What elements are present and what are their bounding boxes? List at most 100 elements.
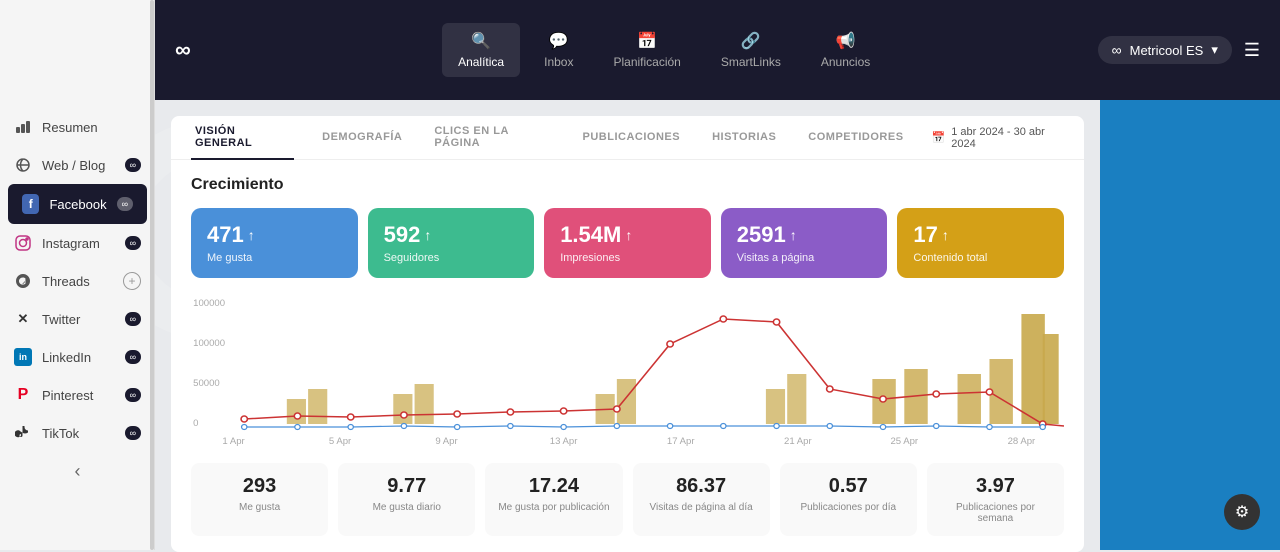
subnav-clics[interactable]: CLICS EN LA PÁGINA bbox=[430, 116, 554, 160]
date-range-text: 1 abr 2024 - 30 abr 2024 bbox=[951, 126, 1064, 150]
sidebar-item-web-blog[interactable]: Web / Blog ∞ bbox=[0, 146, 155, 184]
me-gusta-arrow: ↑ bbox=[248, 227, 255, 243]
metric-card-visitas: 2591 ↑ Visitas a página bbox=[721, 208, 888, 278]
stat-visitas-dia-value: 86.37 bbox=[645, 475, 758, 498]
stat-publicaciones-dia-label: Publicaciones por día bbox=[792, 502, 905, 513]
stat-card-me-gusta-diario: 9.77 Me gusta diario bbox=[338, 463, 475, 536]
planning-icon: 📅 bbox=[637, 31, 657, 51]
threads-icon bbox=[14, 272, 32, 290]
impresiones-label: Impresiones bbox=[560, 252, 695, 264]
growth-title: Crecimiento bbox=[191, 176, 1064, 194]
stat-card-me-gusta: 293 Me gusta bbox=[191, 463, 328, 536]
sidebar-item-linkedin[interactable]: in LinkedIn ∞ bbox=[0, 338, 155, 376]
nav-tab-smartlinks[interactable]: 🔗 SmartLinks bbox=[705, 23, 797, 77]
sidebar-item-tiktok[interactable]: TikTok ∞ bbox=[0, 414, 155, 452]
subnav-historias[interactable]: HISTORIAS bbox=[708, 116, 780, 160]
nav-tab-planning[interactable]: 📅 Planificación bbox=[597, 23, 696, 77]
stat-card-publicaciones-dia: 0.57 Publicaciones por día bbox=[780, 463, 917, 536]
stat-me-gusta-value: 293 bbox=[203, 475, 316, 498]
sidebar-item-facebook[interactable]: f Facebook ∞ bbox=[8, 184, 147, 224]
linkedin-badge: ∞ bbox=[125, 350, 141, 364]
tiktok-badge: ∞ bbox=[125, 426, 141, 440]
top-navigation: ∞ 🔍 Analítica 💬 Inbox 📅 Planificación 🔗 … bbox=[155, 0, 1280, 100]
subnav-publicaciones[interactable]: PUBLICACIONES bbox=[579, 116, 685, 160]
impresiones-arrow: ↑ bbox=[625, 227, 632, 243]
resumen-icon bbox=[14, 118, 32, 136]
nav-tab-inbox-label: Inbox bbox=[544, 55, 573, 69]
settings-fab-button[interactable]: ⚙ bbox=[1224, 494, 1260, 530]
main-content-wrapper: VISIÓN GENERAL DEMOGRAFÍA CLICS EN LA PÁ… bbox=[155, 100, 1100, 550]
sidebar-item-threads[interactable]: Threads + bbox=[0, 262, 155, 300]
sidebar-item-pinterest[interactable]: P Pinterest ∞ bbox=[0, 376, 155, 414]
sidebar-item-twitter-label: Twitter bbox=[42, 312, 80, 327]
stat-publicaciones-semana-label: Publicaciones por semana bbox=[939, 502, 1052, 524]
nav-tabs: 🔍 Analítica 💬 Inbox 📅 Planificación 🔗 Sm… bbox=[231, 23, 1098, 77]
svg-text:13 Apr: 13 Apr bbox=[550, 436, 578, 446]
collapse-icon: ‹ bbox=[75, 461, 81, 482]
subnav-competidores[interactable]: COMPETIDORES bbox=[804, 116, 907, 160]
linkedin-icon: in bbox=[14, 348, 32, 366]
stat-me-gusta-publicacion-value: 17.24 bbox=[497, 475, 610, 498]
metric-card-seguidores: 592 ↑ Seguidores bbox=[368, 208, 535, 278]
svg-text:50000: 50000 bbox=[193, 378, 220, 388]
account-logo-icon: ∞ bbox=[1112, 42, 1122, 58]
sidebar-item-threads-label: Threads bbox=[42, 274, 90, 289]
content-area: VISIÓN GENERAL DEMOGRAFÍA CLICS EN LA PÁ… bbox=[171, 116, 1084, 552]
web-blog-badge: ∞ bbox=[125, 158, 141, 172]
metric-card-contenido: 17 ↑ Contenido total bbox=[897, 208, 1064, 278]
contenido-value: 17 ↑ bbox=[913, 222, 1048, 248]
stat-me-gusta-diario-label: Me gusta diario bbox=[350, 502, 463, 513]
sidebar-item-web-blog-label: Web / Blog bbox=[42, 158, 105, 173]
svg-text:5 Apr: 5 Apr bbox=[329, 436, 351, 446]
analytics-icon: 🔍 bbox=[471, 31, 491, 51]
svg-text:0: 0 bbox=[193, 418, 198, 428]
nav-tab-analytics[interactable]: 🔍 Analítica bbox=[442, 23, 520, 77]
app-logo: ∞ bbox=[175, 37, 191, 63]
stat-me-gusta-diario-value: 9.77 bbox=[350, 475, 463, 498]
sidebar-collapse-button[interactable]: ‹ bbox=[0, 453, 155, 490]
settings-gear-icon: ⚙ bbox=[1235, 502, 1249, 522]
stat-me-gusta-label: Me gusta bbox=[203, 502, 316, 513]
threads-add-button[interactable]: + bbox=[123, 272, 141, 290]
svg-text:25 Apr: 25 Apr bbox=[890, 436, 918, 446]
seguidores-arrow: ↑ bbox=[424, 227, 431, 243]
nav-right-section: ∞ Metricool ES ▾ ☰ bbox=[1098, 36, 1260, 64]
metric-card-me-gusta: 471 ↑ Me gusta bbox=[191, 208, 358, 278]
chevron-down-icon: ▾ bbox=[1211, 42, 1218, 58]
visitas-arrow: ↑ bbox=[790, 227, 797, 243]
metric-card-impresiones: 1.54M ↑ Impresiones bbox=[544, 208, 711, 278]
seguidores-label: Seguidores bbox=[384, 252, 519, 264]
svg-text:100000: 100000 bbox=[193, 298, 225, 308]
metric-cards-row: 471 ↑ Me gusta 592 ↑ Seguidores 1.54M ↑ bbox=[191, 208, 1064, 278]
seguidores-value: 592 ↑ bbox=[384, 222, 519, 248]
sidebar-item-resumen-label: Resumen bbox=[42, 120, 98, 135]
nav-tab-inbox[interactable]: 💬 Inbox bbox=[528, 23, 589, 77]
web-blog-icon bbox=[14, 156, 32, 174]
facebook-badge: ∞ bbox=[117, 197, 133, 211]
instagram-badge: ∞ bbox=[125, 236, 141, 250]
sidebar-item-instagram[interactable]: Instagram ∞ bbox=[0, 224, 155, 262]
stat-card-visitas-dia: 86.37 Visitas de página al día bbox=[633, 463, 770, 536]
nav-tab-analytics-label: Analítica bbox=[458, 55, 504, 69]
svg-text:28 Apr: 28 Apr bbox=[1008, 436, 1036, 446]
subnav-vision-general[interactable]: VISIÓN GENERAL bbox=[191, 116, 294, 160]
date-range-display[interactable]: 📅 1 abr 2024 - 30 abr 2024 bbox=[932, 126, 1064, 150]
svg-text:17 Apr: 17 Apr bbox=[667, 436, 695, 446]
nav-tab-ads[interactable]: 📢 Anuncios bbox=[805, 23, 886, 77]
stat-card-publicaciones-semana: 3.97 Publicaciones por semana bbox=[927, 463, 1064, 536]
pinterest-icon: P bbox=[14, 386, 32, 404]
me-gusta-label: Me gusta bbox=[207, 252, 342, 264]
sidebar-item-resumen[interactable]: Resumen bbox=[0, 108, 155, 146]
hamburger-menu-button[interactable]: ☰ bbox=[1244, 40, 1260, 61]
sidebar-item-tiktok-label: TikTok bbox=[42, 426, 79, 441]
sidebar-items-container: Resumen Web / Blog ∞ f Facebook ∞ Instag… bbox=[0, 0, 155, 550]
nav-tab-ads-label: Anuncios bbox=[821, 55, 870, 69]
stat-publicaciones-dia-value: 0.57 bbox=[792, 475, 905, 498]
me-gusta-value: 471 ↑ bbox=[207, 222, 342, 248]
calendar-icon: 📅 bbox=[932, 131, 946, 144]
sidebar-item-twitter[interactable]: ✕ Twitter ∞ bbox=[0, 300, 155, 338]
visitas-value: 2591 ↑ bbox=[737, 222, 872, 248]
subnav-demografia[interactable]: DEMOGRAFÍA bbox=[318, 116, 406, 160]
account-selector[interactable]: ∞ Metricool ES ▾ bbox=[1098, 36, 1232, 64]
svg-text:1 Apr: 1 Apr bbox=[222, 436, 244, 446]
